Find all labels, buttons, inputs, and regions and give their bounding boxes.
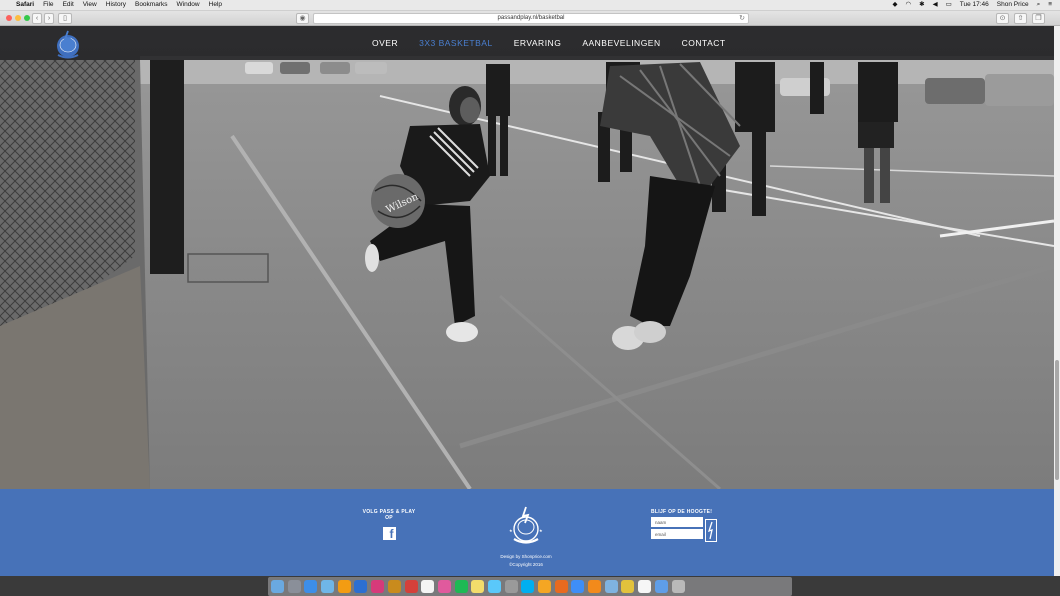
photos-icon[interactable] [538, 580, 551, 593]
wifi-icon[interactable]: ◠ [905, 0, 911, 10]
illustrator-icon[interactable] [337, 580, 351, 593]
firefox-icon[interactable] [554, 580, 568, 593]
launchpad-icon[interactable] [287, 580, 301, 593]
social-block: VOLG PASS & PLAY OP f [358, 509, 420, 545]
forward-button[interactable]: › [44, 13, 54, 24]
finder-icon[interactable] [271, 580, 284, 593]
preferences-icon[interactable] [504, 580, 518, 593]
svg-text:★: ★ [509, 528, 513, 533]
subscribe-button[interactable] [705, 519, 717, 542]
photoshop-icon[interactable] [354, 580, 368, 593]
follow-title: VOLG PASS & PLAY OP [362, 509, 416, 521]
textedit-icon[interactable] [638, 580, 652, 593]
window-controls [6, 15, 33, 21]
menubar-status: ◆ ◠ ✱ ◀ ▭ Tue 17:46 Shon Price ⌕ ≡ [884, 0, 1052, 10]
menu-help[interactable]: Help [209, 0, 222, 10]
acrobat-icon[interactable] [404, 580, 418, 593]
menu-edit[interactable]: Edit [63, 0, 74, 10]
notes-icon[interactable] [471, 580, 485, 593]
user-name[interactable]: Shon Price [997, 0, 1029, 10]
footer-logo[interactable]: ★ ★ [506, 505, 546, 547]
menu-window[interactable]: Window [177, 0, 200, 10]
reload-icon[interactable]: ↻ [739, 14, 745, 23]
spotify-icon[interactable] [454, 580, 468, 593]
list-icon[interactable]: ≡ [1048, 0, 1052, 10]
newsletter-block: BLIJF OP DE HOOGTE! naam email [651, 509, 719, 542]
itunes-icon[interactable] [437, 580, 451, 593]
share-button[interactable]: ⇧ [1014, 13, 1027, 24]
trash-icon[interactable] [671, 580, 685, 593]
menu-app-name[interactable]: Safari [16, 0, 34, 10]
appstore-icon[interactable] [571, 580, 585, 593]
web-page: Wilson OVER 3X3 BASKETBAL ERVARING AANBE… [0, 26, 1054, 576]
nav-3x3-basketbal[interactable]: 3X3 BASKETBAL [419, 38, 493, 48]
scrollbar-thumb[interactable] [1055, 360, 1059, 480]
menu-bar: Safari File Edit View History Bookmarks … [0, 0, 1060, 11]
downloads-icon[interactable] [654, 580, 668, 593]
downloads-button[interactable]: ⊙ [996, 13, 1009, 24]
site-header: OVER 3X3 BASKETBAL ERVARING AANBEVELINGE… [0, 26, 1054, 60]
privacy-icon[interactable]: ◉ [296, 13, 309, 24]
design-credit[interactable]: Design by Shonprice.com [495, 554, 557, 560]
safari-icon[interactable] [304, 580, 318, 593]
nav-contact[interactable]: CONTACT [682, 38, 726, 48]
back-button[interactable]: ‹ [32, 13, 42, 24]
dropbox-icon[interactable]: ◆ [892, 0, 897, 10]
main-navigation: OVER 3X3 BASKETBAL ERVARING AANBEVELINGE… [372, 26, 747, 60]
minimize-icon[interactable] [15, 15, 21, 21]
bridge-icon[interactable] [387, 580, 401, 593]
indesign-icon[interactable] [371, 580, 385, 593]
email-input[interactable]: email [651, 529, 703, 539]
calendar-icon[interactable] [421, 580, 435, 593]
tabs-button[interactable]: ❐ [1032, 13, 1045, 24]
browser-toolbar: ‹ › ▯ ◉ passandplay.nl/basketbal ↻ ⊙ ⇧ ❐ [0, 11, 1060, 26]
clock[interactable]: Tue 17:46 [960, 0, 989, 10]
bluetooth-icon[interactable]: ✱ [919, 0, 924, 10]
nav-aanbevelingen[interactable]: AANBEVELINGEN [582, 38, 660, 48]
sidebar-button[interactable]: ▯ [58, 13, 72, 24]
copyright: ©Copyright 2016 [509, 561, 543, 567]
vlc-icon[interactable] [588, 580, 602, 593]
facebook-icon[interactable]: f [382, 527, 396, 541]
dock [268, 577, 792, 596]
footer-brand: ★ ★ Design by Shonprice.com ©Copyright 2… [495, 505, 557, 567]
messages-icon[interactable] [487, 580, 501, 593]
site-footer: VOLG PASS & PLAY OP f ★ ★ Design by Shon… [0, 489, 1054, 576]
menu-history[interactable]: History [106, 0, 126, 10]
menu-file[interactable]: File [43, 0, 53, 10]
battery-icon[interactable]: ▭ [946, 0, 952, 10]
preview-icon[interactable] [604, 580, 618, 593]
address-bar[interactable]: passandplay.nl/basketbal ↻ [313, 13, 749, 24]
nav-over[interactable]: OVER [372, 38, 398, 48]
pass-and-play-logo[interactable] [52, 29, 84, 59]
svg-text:★: ★ [539, 528, 543, 533]
skype-icon[interactable] [521, 580, 535, 593]
page-scrollbar[interactable] [1054, 26, 1060, 576]
close-icon[interactable] [6, 15, 12, 21]
hero-photo: Wilson [0, 26, 1054, 489]
volume-icon[interactable]: ◀ [933, 0, 938, 10]
search-icon[interactable]: ⌕ [1037, 0, 1041, 10]
url-text: passandplay.nl/basketbal [497, 15, 565, 21]
name-input[interactable]: naam [651, 517, 703, 527]
zoom-icon[interactable] [24, 15, 30, 21]
nav-ervaring[interactable]: ERVARING [514, 38, 562, 48]
menu-view[interactable]: View [83, 0, 97, 10]
newsletter-title: BLIJF OP DE HOOGTE! [651, 509, 713, 515]
menu-bookmarks[interactable]: Bookmarks [135, 0, 168, 10]
chrome-icon[interactable] [621, 580, 635, 593]
lightning-icon [707, 521, 713, 540]
mail-icon[interactable] [321, 580, 335, 593]
dock-area [0, 576, 1060, 596]
